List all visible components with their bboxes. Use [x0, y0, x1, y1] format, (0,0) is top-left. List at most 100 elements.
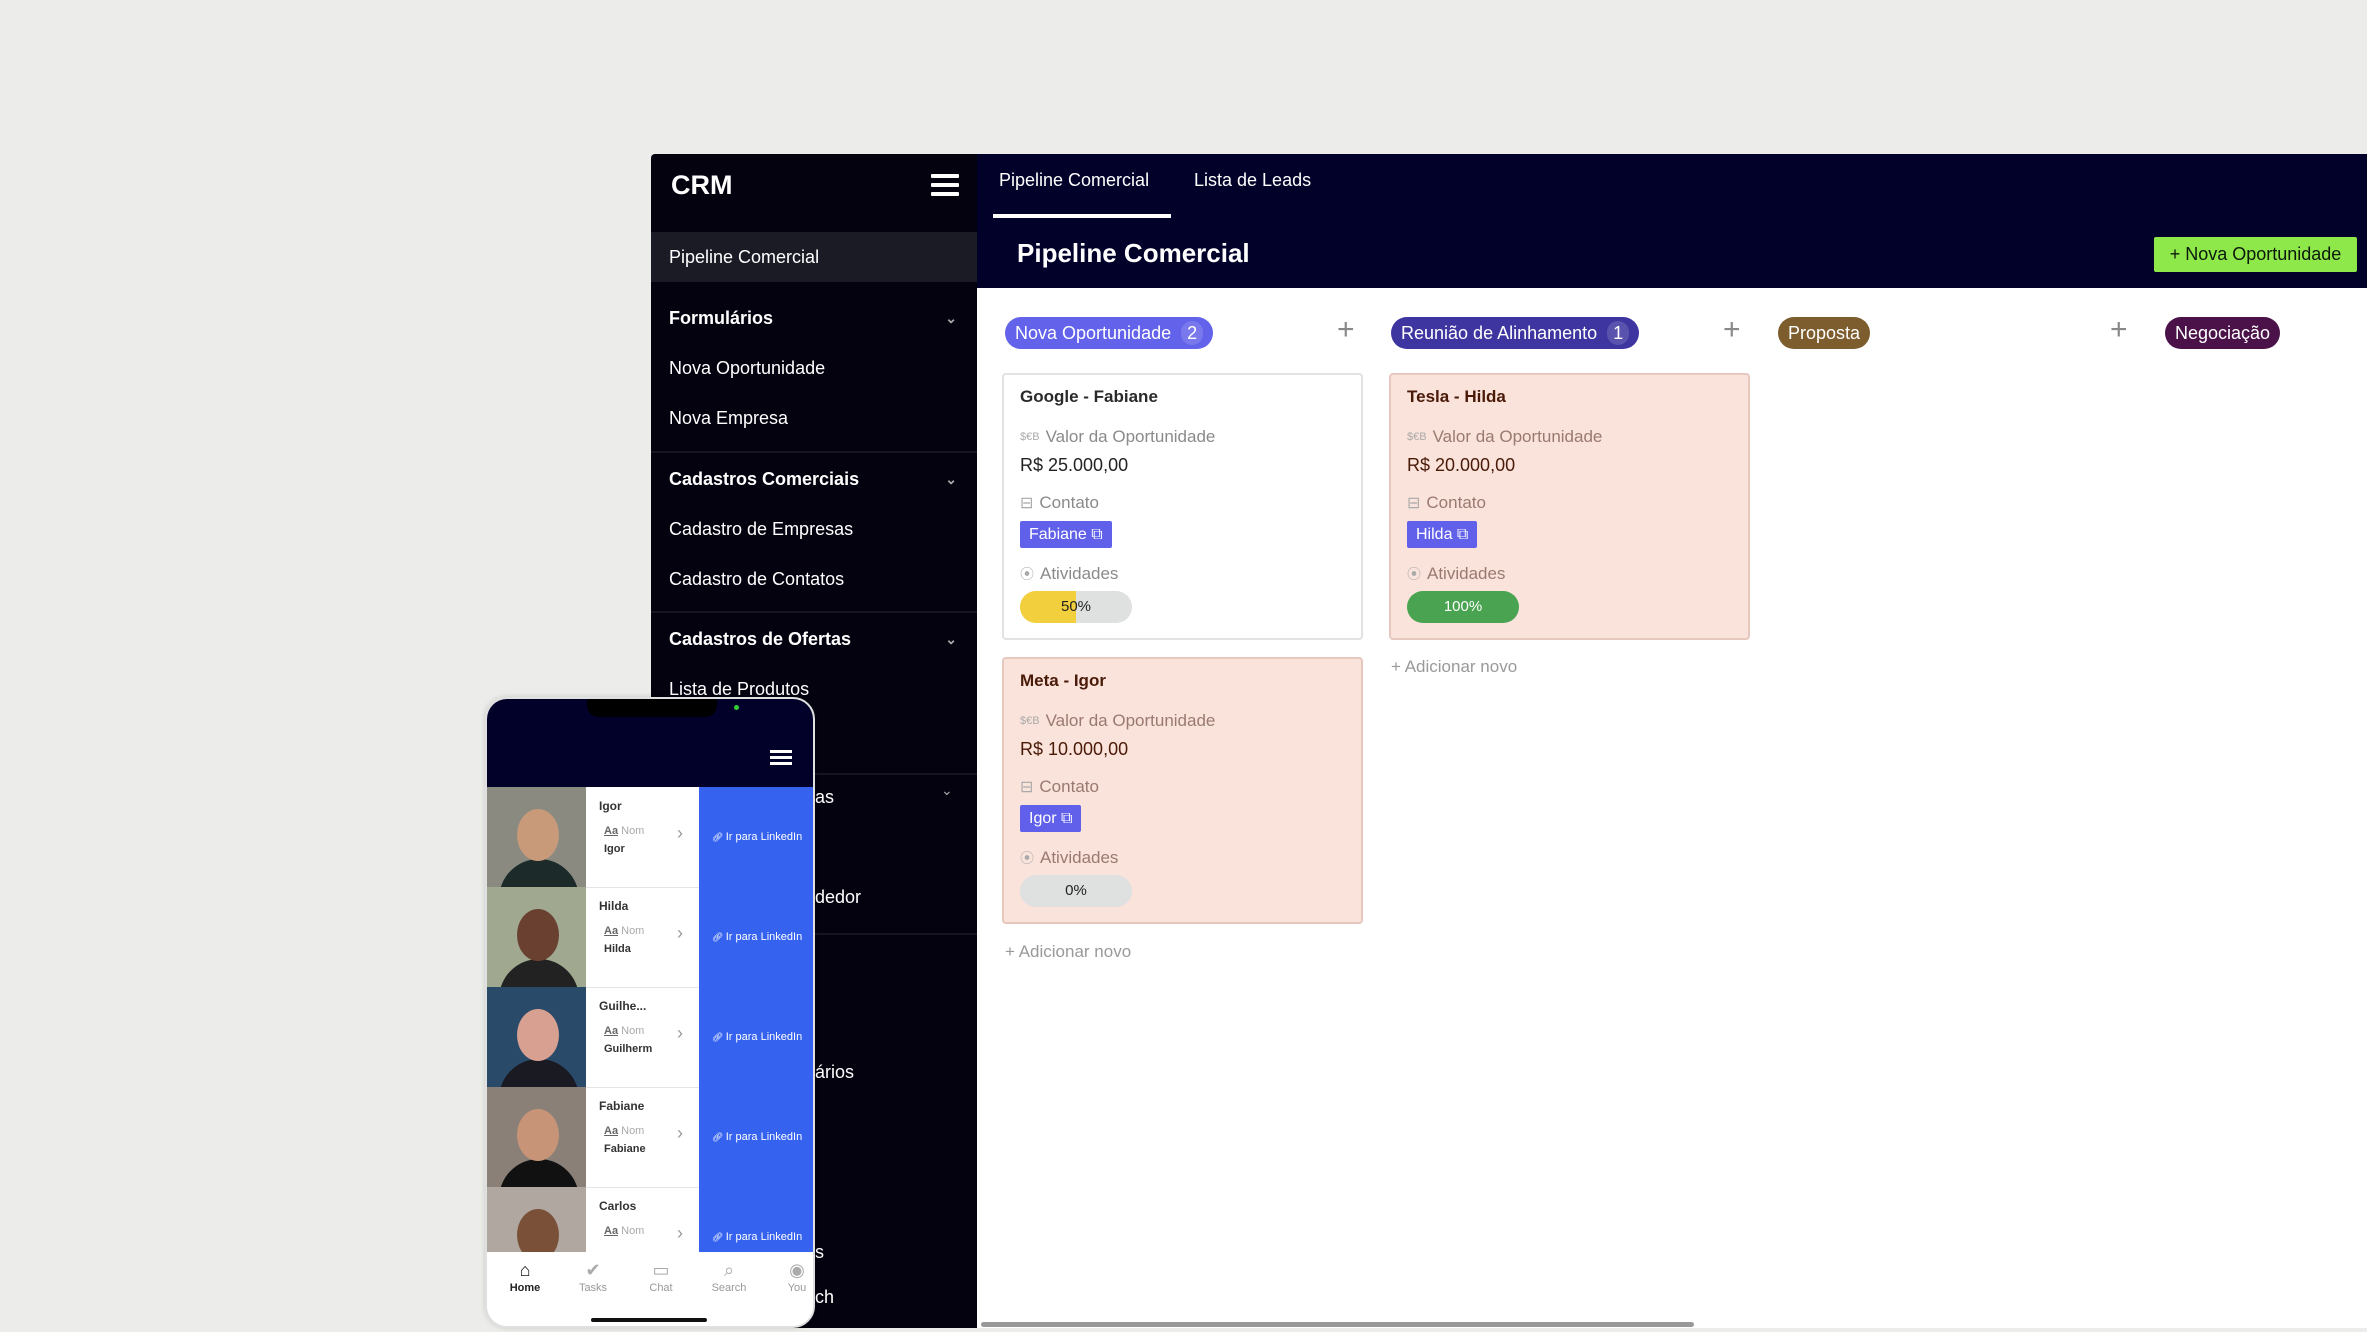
label-text: Valor da Oportunidade — [1045, 711, 1216, 730]
contact-name: Igor — [1029, 810, 1057, 827]
sidebar-item[interactable]: Cadastros de Ofertas ⌄ — [651, 614, 977, 664]
progress-label: 0% — [1065, 882, 1087, 899]
column-header[interactable]: Reunião de Alinhamento 1 — [1391, 317, 1640, 349]
chevron-right-icon[interactable]: › — [677, 1123, 683, 1144]
nav-chat[interactable]: ▭ Chat — [631, 1260, 691, 1294]
field-value: Igor — [604, 843, 625, 855]
add-new-link[interactable]: + Adicionar novo — [1005, 942, 1131, 962]
top-bar: Pipeline Comercial Lista de Leads Pipeli… — [977, 154, 2367, 288]
label-text: Atividades — [1040, 564, 1119, 583]
column-count-badge: 1 — [1607, 321, 1630, 345]
chevron-right-icon[interactable]: › — [677, 1223, 683, 1244]
activities-progress: 0% — [1020, 875, 1132, 907]
add-card-icon[interactable]: + — [2110, 312, 2128, 348]
mobile-preview: Igor Aa Nom Igor › 🔗︎ Ir para LinkedIn Hilda A… — [485, 697, 815, 1328]
field-value: Fabiane — [604, 1143, 646, 1155]
linkedin-button[interactable]: 🔗︎ Ir para LinkedIn — [699, 787, 813, 887]
value-label: $€B Valor da Oportunidade — [1020, 427, 1215, 447]
progress-label: 100% — [1443, 598, 1483, 615]
field-value: Guilherm — [604, 1043, 653, 1055]
contact-chip[interactable]: Hilda ⧉ — [1407, 521, 1478, 548]
contact-row[interactable]: Igor Aa Nom Igor › 🔗︎ Ir para LinkedIn — [487, 787, 813, 888]
contact-photo — [487, 987, 586, 1087]
opportunity-card[interactable]: Tesla - Hilda $€B Valor da Oportunidade R$ … — [1389, 373, 1750, 640]
contact-photo — [487, 787, 586, 887]
add-card-icon[interactable]: + — [1723, 312, 1741, 348]
field-label: Aa Nom — [604, 1125, 644, 1137]
external-link-icon: ⧉ — [1086, 526, 1103, 543]
checklist-icon: ⦿ — [1020, 566, 1034, 582]
nav-home[interactable]: ⌂ Home — [495, 1260, 555, 1294]
contact-row[interactable]: Guilhe... Aa Nom Guilherm › 🔗︎ Ir para Linke… — [487, 987, 813, 1088]
label-text: Contato — [1039, 493, 1099, 512]
add-card-icon[interactable]: + — [1337, 312, 1355, 348]
value-label: $€B Valor da Oportunidade — [1407, 427, 1602, 447]
field-label: Aa Nom — [604, 825, 644, 837]
column-header[interactable]: Proposta — [1778, 317, 1871, 349]
linkedin-button[interactable]: 🔗︎ Ir para LinkedIn — [699, 887, 813, 987]
chevron-right-icon[interactable]: › — [677, 823, 683, 844]
contact-name: Igor — [599, 799, 622, 813]
nav-tasks[interactable]: ✔ Tasks — [563, 1260, 623, 1294]
contact-row[interactable]: Fabiane Aa Nom Fabiane › 🔗︎ Ir para LinkedIn — [487, 1087, 813, 1188]
horizontal-scrollbar[interactable] — [981, 1322, 1694, 1327]
relation-icon: ⊟ — [1020, 779, 1034, 796]
sidebar-item-label: Lista de Produtos — [669, 679, 810, 699]
field-label-text: Nom — [621, 1025, 645, 1037]
chevron-right-icon[interactable]: › — [677, 1023, 683, 1044]
link-icon: 🔗︎ — [711, 1232, 726, 1242]
field-label: Aa Nom — [604, 925, 644, 937]
sidebar-item-partial[interactable]: dedor — [815, 887, 861, 908]
sidebar-item-partial[interactable]: as — [815, 787, 834, 808]
tab-lista-de-leads[interactable]: Lista de Leads — [1194, 170, 1311, 191]
menu-icon[interactable] — [931, 174, 959, 196]
activities-label: ⦿ Atividades — [1020, 848, 1118, 868]
contact-name: Hilda — [1416, 526, 1453, 543]
contact-name: Fabiane — [1029, 526, 1087, 543]
user-icon: ◉ — [789, 1260, 805, 1280]
sidebar-item[interactable]: Nova Empresa — [651, 393, 977, 443]
contact-label: ⊟ Contato — [1407, 493, 1486, 513]
sidebar-item[interactable]: Cadastro de Empresas — [651, 504, 977, 554]
column-header[interactable]: Negociação — [2165, 317, 2281, 349]
nav-search[interactable]: ⌕ Search — [699, 1260, 759, 1294]
contact-name: Fabiane — [599, 1099, 645, 1113]
field-label-text: Nom — [621, 925, 645, 937]
add-new-link[interactable]: + Adicionar novo — [1391, 657, 1517, 677]
column-header[interactable]: Nova Oportunidade 2 — [1005, 317, 1214, 349]
text-field-icon: Aa — [604, 1225, 619, 1237]
opportunity-card[interactable]: Google - Fabiane $€B Valor da Oportunidade… — [1002, 373, 1363, 640]
nav-you[interactable]: ◉ You — [767, 1260, 813, 1294]
photo-face — [517, 1109, 559, 1161]
card-title: Google - Fabiane — [1020, 387, 1158, 406]
contact-name: Carlos — [599, 1199, 637, 1213]
linkedin-button[interactable]: 🔗︎ Ir para LinkedIn — [699, 1087, 813, 1187]
card-title: Meta - Igor — [1020, 671, 1106, 690]
sidebar-item[interactable]: Formulários ⌄ — [651, 293, 977, 343]
sidebar-item-partial[interactable]: ários — [815, 1062, 854, 1083]
linkedin-button[interactable]: 🔗︎ Ir para LinkedIn — [699, 987, 813, 1087]
sidebar-item[interactable]: Nova Oportunidade — [651, 343, 977, 393]
sidebar-item[interactable]: Pipeline Comercial — [651, 232, 977, 282]
contact-photo — [487, 1087, 586, 1187]
sidebar-item-partial[interactable]: s — [815, 1242, 824, 1263]
sidebar-item-partial[interactable]: ch — [815, 1287, 834, 1308]
checklist-icon: ⦿ — [1407, 566, 1421, 582]
contact-chip[interactable]: Igor ⧉ — [1020, 805, 1082, 832]
new-opportunity-button[interactable]: + Nova Oportunidade — [2154, 237, 2357, 272]
field-label-text: Nom — [621, 825, 645, 837]
contact-row[interactable]: Hilda Aa Nom Hilda › 🔗︎ Ir para LinkedIn — [487, 887, 813, 988]
opportunity-card[interactable]: Meta - Igor $€B Valor da Oportunidade R$ 10… — [1002, 657, 1363, 924]
chevron-right-icon[interactable]: › — [677, 923, 683, 944]
column-title: Nova Oportunidade — [1015, 323, 1172, 343]
mobile-menu-icon[interactable] — [770, 750, 792, 766]
tab-pipeline-comercial[interactable]: Pipeline Comercial — [999, 170, 1149, 191]
divider — [651, 611, 977, 613]
label-text: Atividades — [1427, 564, 1506, 583]
contact-chip[interactable]: Fabiane ⧉ — [1020, 521, 1112, 548]
home-icon: ⌂ — [519, 1260, 531, 1280]
sidebar-item[interactable]: Cadastro de Contatos — [651, 554, 977, 604]
chat-icon: ▭ — [652, 1260, 670, 1280]
relation-icon: ⊟ — [1407, 495, 1421, 512]
sidebar-item[interactable]: Cadastros Comerciais ⌄ — [651, 454, 977, 504]
